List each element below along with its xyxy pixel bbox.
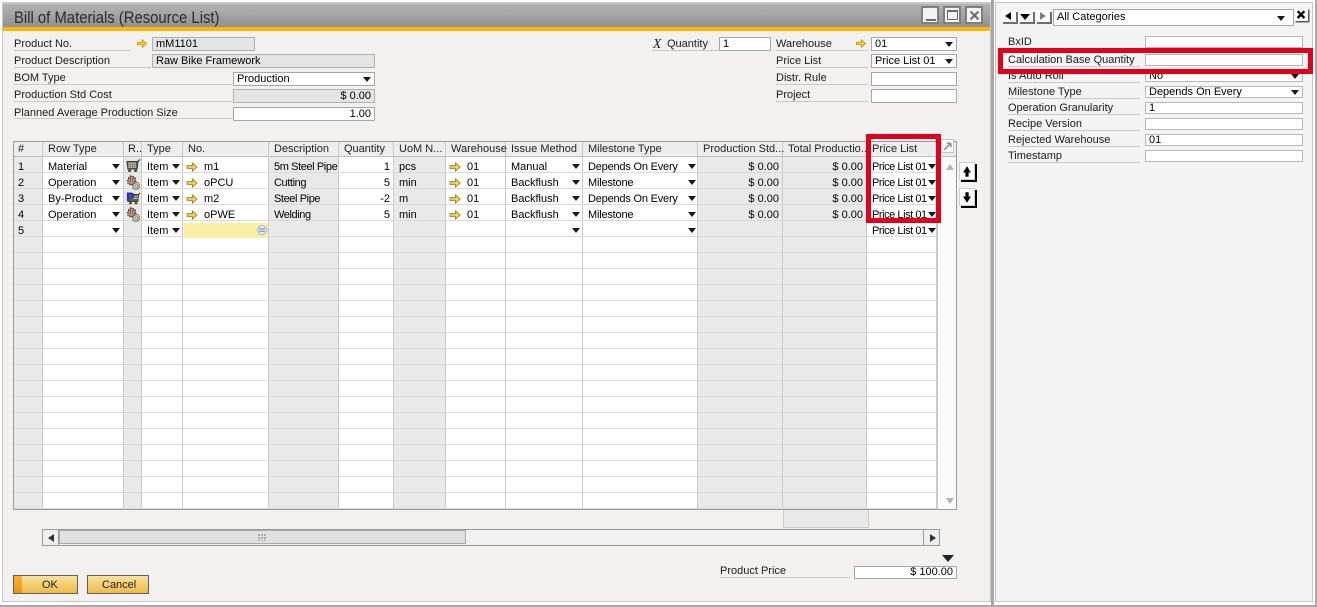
svg-text:P: P <box>126 190 135 205</box>
